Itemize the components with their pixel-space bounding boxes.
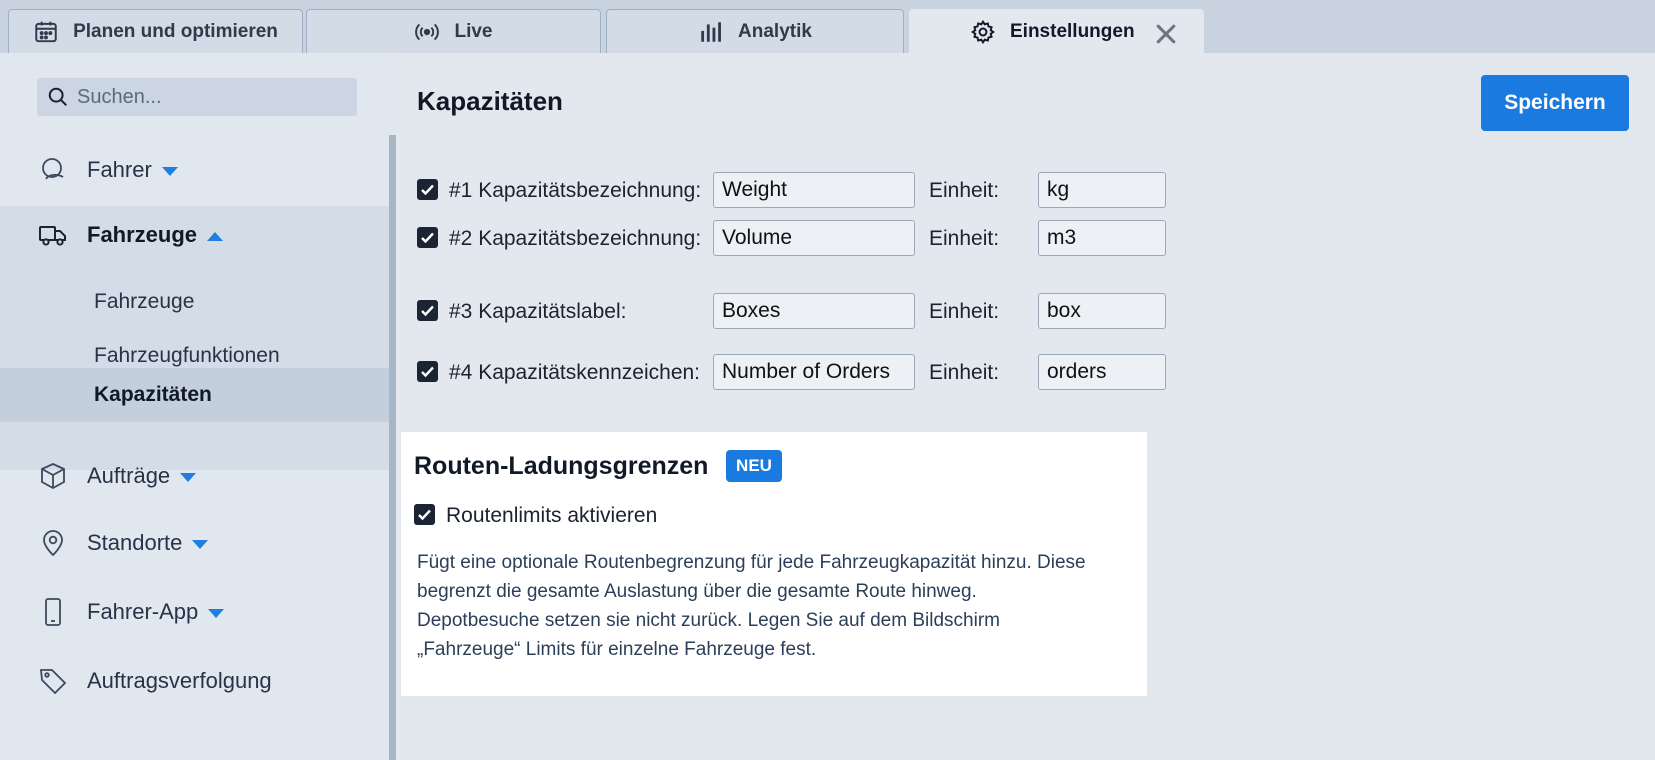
chevron-down-icon — [192, 539, 209, 549]
sidebar: Fahrer Fahrzeuge Fahrzeuge Fahrzeugfunkt… — [0, 53, 397, 760]
check-icon — [421, 184, 434, 196]
capacity-unit-input[interactable] — [1038, 172, 1166, 208]
capacity-name-input[interactable] — [713, 220, 915, 256]
tab-label: Live — [454, 20, 493, 42]
capacity-row: #2 Kapazitätsbezeichnung: Einheit: — [417, 220, 1166, 256]
close-icon[interactable] — [1153, 21, 1179, 47]
main-content: Kapazitäten Speichern #1 Kapazitätsbezei… — [397, 53, 1655, 760]
tab-label: Analytik — [738, 20, 812, 42]
save-button[interactable]: Speichern — [1481, 75, 1629, 131]
tab-live[interactable]: Live — [306, 9, 601, 53]
tab-label: Einstellungen — [1010, 20, 1135, 42]
capacity-unit-input[interactable] — [1038, 354, 1166, 390]
broadcast-icon — [415, 23, 440, 40]
capacity-checkbox[interactable] — [417, 179, 438, 200]
route-limits-checkbox[interactable] — [414, 504, 435, 525]
sidebar-item-fahrer[interactable]: Fahrer — [0, 142, 389, 198]
unit-label: Einheit: — [929, 179, 1000, 202]
capacity-unit-input[interactable] — [1038, 293, 1166, 329]
tab-planen[interactable]: Planen und optimieren — [8, 9, 303, 53]
calendar-icon — [35, 21, 57, 42]
capacity-unit-input[interactable] — [1038, 220, 1166, 256]
capacity-name-input[interactable] — [713, 354, 915, 390]
capacity-checkbox[interactable] — [417, 227, 438, 248]
description-line: „Fahrzeuge“ Limits für einzelne Fahrzeug… — [417, 639, 817, 660]
unit-label: Einheit: — [929, 227, 1000, 250]
phone-icon — [45, 598, 61, 626]
sidebar-item-fahrzeuge[interactable]: Fahrzeuge — [0, 207, 389, 263]
capacity-checkbox[interactable] — [417, 361, 438, 382]
check-icon — [421, 232, 434, 244]
tab-analytik[interactable]: Analytik — [606, 9, 904, 53]
gear-icon — [970, 19, 996, 44]
capacity-name-input[interactable] — [713, 172, 915, 208]
sidebar-item-fahrer-app[interactable]: Fahrer-App — [0, 584, 389, 640]
capacity-name-input[interactable] — [713, 293, 915, 329]
capacity-row: #1 Kapazitätsbezeichnung: Einheit: — [417, 172, 1166, 208]
description-line: begrenzt die gesamte Auslastung über die… — [417, 581, 977, 602]
search-input[interactable] — [77, 78, 347, 116]
route-limits-description: Fügt eine optionale Routenbegrenzung für… — [417, 548, 1129, 664]
sidebar-item-label: Standorte — [87, 530, 183, 555]
sidebar-scrollbar[interactable] — [389, 135, 396, 760]
route-limits-title: Routen-Ladungsgrenzen — [414, 452, 709, 480]
unit-label: Einheit: — [929, 300, 1000, 323]
route-limits-panel: Routen-Ladungsgrenzen NEU Routenlimits a… — [401, 432, 1147, 696]
location-pin-icon — [43, 530, 63, 557]
sidebar-subitem-fahrzeuge[interactable]: Fahrzeuge — [0, 275, 389, 329]
tab-einstellungen[interactable]: Einstellungen — [909, 9, 1204, 53]
chevron-down-icon — [208, 608, 225, 618]
sidebar-item-auftragsverfolgung[interactable]: Auftragsverfolgung — [0, 653, 389, 709]
search-icon — [48, 87, 67, 106]
tab-bar: Planen und optimieren Live Analytik Eins… — [0, 0, 1655, 53]
search-box[interactable] — [37, 78, 357, 116]
sidebar-item-label: Aufträge — [87, 463, 171, 488]
tag-icon — [40, 669, 67, 695]
capacity-row: #4 Kapazitätskennzeichen: Einheit: — [417, 354, 1166, 390]
chevron-down-icon — [180, 472, 197, 482]
user-icon — [42, 158, 64, 180]
sidebar-item-label: Fahrzeuge — [87, 222, 198, 247]
description-line: Fügt eine optionale Routenbegrenzung für… — [417, 552, 1086, 573]
chevron-up-icon — [207, 231, 224, 241]
page-title: Kapazitäten — [417, 86, 563, 116]
unit-label: Einheit: — [929, 361, 1000, 384]
route-limits-label: Routenlimits aktivieren — [446, 504, 658, 527]
package-icon — [41, 463, 65, 490]
capacity-checkbox[interactable] — [417, 300, 438, 321]
sidebar-item-label: Fahrer — [87, 157, 152, 182]
new-badge: NEU — [726, 450, 782, 482]
capacity-label: #3 Kapazitätslabel: — [449, 300, 627, 323]
truck-icon — [39, 226, 66, 246]
sidebar-item-auftraege[interactable]: Aufträge — [0, 448, 389, 504]
check-icon — [421, 305, 434, 317]
check-icon — [421, 366, 434, 378]
sidebar-subitem-kapazitaeten[interactable]: Kapazitäten — [0, 368, 389, 422]
capacity-label: #4 Kapazitätskennzeichen: — [449, 361, 701, 384]
capacity-row: #3 Kapazitätslabel: Einheit: — [417, 293, 1166, 329]
check-icon — [418, 509, 431, 521]
tab-label: Planen und optimieren — [73, 20, 278, 42]
sidebar-item-label: Fahrer-App — [87, 599, 199, 624]
bar-chart-icon — [701, 21, 721, 42]
sidebar-item-label: Auftragsverfolgung — [87, 668, 272, 693]
capacity-label: #1 Kapazitätsbezeichnung: — [449, 179, 702, 202]
chevron-down-icon — [161, 166, 178, 176]
sidebar-item-standorte[interactable]: Standorte — [0, 515, 389, 571]
description-line: Depotbesuche setzen sie nicht zurück. Le… — [417, 610, 1000, 631]
capacity-label: #2 Kapazitätsbezeichnung: — [449, 227, 702, 250]
